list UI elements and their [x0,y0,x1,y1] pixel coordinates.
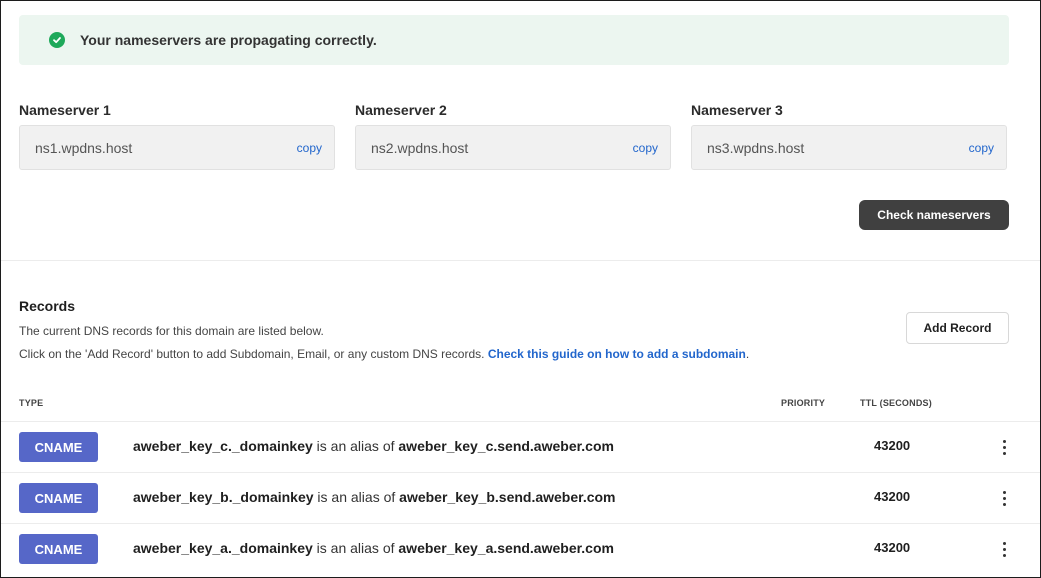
dns-panel: Your nameservers are propagating correct… [0,0,1041,578]
alias-text: is an alias of [312,540,399,556]
check-circle-icon [49,32,65,48]
records-help-text: Click on the 'Add Record' button to add … [19,347,749,361]
more-options-icon[interactable] [995,539,1013,559]
subdomain-guide-link[interactable]: Check this guide on how to add a subdoma… [488,347,746,361]
alias-text: is an alias of [313,489,400,505]
table-row: CNAME aweber_key_c._domainkey is an alia… [1,421,1040,472]
nameserver-value: ns3.wpdns.host [707,139,805,156]
records-help-text-body: Click on the 'Add Record' button to add … [19,347,485,361]
record-ttl: 43200 [874,438,911,453]
nameserver-1: Nameserver 1 ns1.wpdns.host copy [19,101,335,170]
section-divider [1,260,1040,261]
table-row: CNAME aweber_key_a._domainkey is an alia… [1,523,1040,574]
record-description: aweber_key_b._domainkey is an alias of a… [133,489,616,505]
nameserver-label: Nameserver 2 [355,102,447,118]
records-description: The current DNS records for this domain … [19,324,324,338]
nameserver-label: Nameserver 3 [691,102,783,118]
record-description: aweber_key_c._domainkey is an alias of a… [133,438,614,454]
nameserver-2: Nameserver 2 ns2.wpdns.host copy [355,101,671,170]
column-header-ttl: TTL (SECONDS) [860,398,932,408]
record-type-badge[interactable]: CNAME [19,432,98,462]
column-header-priority: PRIORITY [781,398,826,408]
check-nameservers-button[interactable]: Check nameservers [859,200,1009,230]
record-ttl: 43200 [874,540,911,555]
record-name: aweber_key_a._domainkey [133,540,313,556]
nameserver-value: ns2.wpdns.host [371,139,469,156]
nameserver-3: Nameserver 3 ns3.wpdns.host copy [691,101,1007,170]
status-message: Your nameservers are propagating correct… [80,32,377,48]
record-target: aweber_key_c.send.aweber.com [398,438,614,454]
records-title: Records [19,298,76,314]
nameserver-field[interactable]: ns3.wpdns.host copy [691,125,1007,170]
copy-link[interactable]: copy [633,141,658,155]
record-description: aweber_key_a._domainkey is an alias of a… [133,540,614,556]
copy-link[interactable]: copy [297,141,322,155]
nameserver-label: Nameserver 1 [19,102,111,118]
column-header-type: TYPE [19,398,44,408]
more-options-icon[interactable] [995,437,1013,457]
record-name: aweber_key_c._domainkey [133,438,313,454]
table-row: CNAME aweber_key_b._domainkey is an alia… [1,472,1040,523]
record-ttl: 43200 [874,489,911,504]
nameserver-field[interactable]: ns1.wpdns.host copy [19,125,335,170]
status-banner: Your nameservers are propagating correct… [19,15,1009,65]
nameserver-field[interactable]: ns2.wpdns.host copy [355,125,671,170]
record-name: aweber_key_b._domainkey [133,489,314,505]
more-options-icon[interactable] [995,488,1013,508]
nameserver-value: ns1.wpdns.host [35,139,133,156]
record-type-badge[interactable]: CNAME [19,483,98,513]
alias-text: is an alias of [312,438,399,454]
guide-suffix: . [745,347,750,361]
record-target: aweber_key_a.send.aweber.com [398,540,614,556]
add-record-button[interactable]: Add Record [906,312,1009,344]
copy-link[interactable]: copy [969,141,994,155]
record-type-badge[interactable]: CNAME [19,534,98,564]
record-target: aweber_key_b.send.aweber.com [399,489,616,505]
